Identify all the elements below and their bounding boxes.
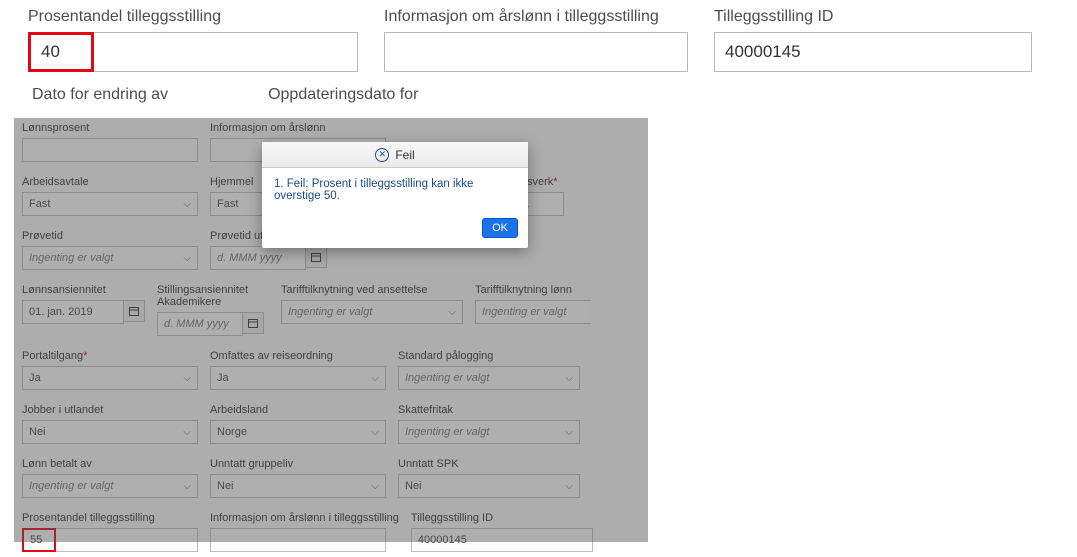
info-arslonn-label: Informasjon om årslønn i tilleggsstillin… <box>384 8 688 26</box>
tilleggsstilling-id-input[interactable] <box>714 32 1032 72</box>
prosentandel-label: Prosentandel tilleggsstilling <box>28 8 358 26</box>
modal-message: 1. Feil: Prosent i tilleggsstilling kan … <box>262 168 528 212</box>
oppdateringsdato-label: Oppdateringsdato for <box>268 86 418 104</box>
ok-button[interactable]: OK <box>482 218 518 238</box>
modal-title: Feil <box>395 148 414 162</box>
error-icon: ✕ <box>375 148 389 162</box>
dato-endring-label: Dato for endring av <box>32 86 168 104</box>
tilleggsstilling-id-label: Tilleggsstilling ID <box>714 8 1032 26</box>
prosentandel-input[interactable] <box>28 32 94 72</box>
info-arslonn-input[interactable] <box>384 32 688 72</box>
error-modal: ✕ Feil 1. Feil: Prosent i tilleggsstilli… <box>262 142 528 248</box>
modal-header: ✕ Feil <box>262 142 528 168</box>
